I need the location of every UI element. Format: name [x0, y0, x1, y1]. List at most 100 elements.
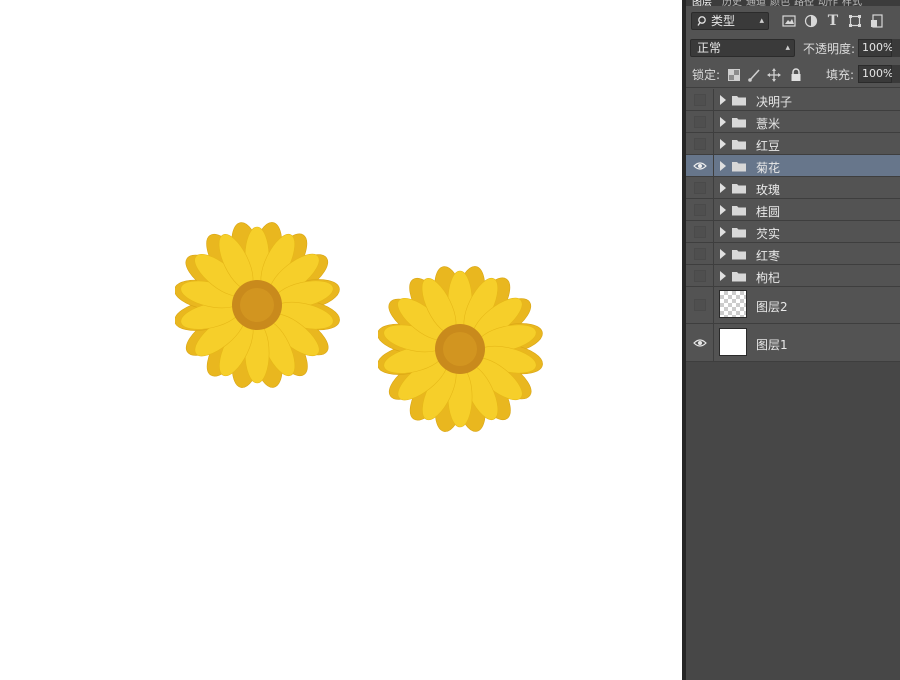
visibility-toggle[interactable] [686, 265, 714, 286]
visibility-toggle[interactable] [686, 199, 714, 220]
layer-row-pixel[interactable]: 图层1 [686, 324, 900, 362]
search-icon [697, 13, 707, 33]
visibility-toggle[interactable] [686, 111, 714, 132]
expand-arrow-icon[interactable] [719, 205, 727, 215]
layer-filter-row: 类型 ▴ T [686, 9, 900, 33]
layer-name[interactable]: 薏米 [756, 115, 780, 132]
opacity-slider-toggle[interactable] [892, 39, 900, 57]
layer-name[interactable]: 红枣 [756, 247, 780, 264]
expand-arrow-icon[interactable] [719, 227, 727, 237]
layer-row-group[interactable]: 红枣 [686, 243, 900, 265]
layer-row-pixel[interactable]: 图层2 [686, 287, 900, 324]
visibility-off-box [693, 93, 706, 106]
layer-name[interactable]: 红豆 [756, 137, 780, 154]
dropdown-arrow-icon: ▴ [759, 16, 764, 26]
visibility-toggle[interactable] [686, 133, 714, 154]
tab-actions[interactable]: 动作 [818, 0, 838, 6]
visibility-toggle[interactable] [686, 155, 714, 176]
tab-channels[interactable]: 通道 [746, 0, 766, 6]
shape-filter-icon[interactable] [846, 12, 864, 30]
fill-input[interactable]: 100% [858, 65, 893, 83]
layer-name[interactable]: 决明子 [756, 93, 792, 110]
visibility-toggle[interactable] [686, 324, 714, 361]
layer-name[interactable]: 菊花 [756, 159, 780, 176]
lock-fill-row: 锁定: 填充: 100% [686, 62, 900, 86]
lock-all-icon[interactable] [789, 68, 803, 82]
filter-type-dropdown[interactable]: 类型 ▴ [691, 12, 769, 30]
folder-icon [732, 162, 746, 172]
adjustment-filter-icon[interactable] [802, 12, 820, 30]
layer-thumbnail-transparent [719, 290, 747, 318]
folder-icon [732, 250, 746, 260]
visibility-off-box [693, 225, 706, 238]
blend-mode-value: 正常 [697, 41, 722, 55]
layer-name[interactable]: 桂圆 [756, 203, 780, 220]
expand-arrow-icon[interactable] [719, 161, 727, 171]
layer-row-group[interactable]: 薏米 [686, 111, 900, 133]
layer-name[interactable]: 图层1 [756, 336, 788, 353]
expand-arrow-icon[interactable] [719, 249, 727, 259]
chrysanthemum-flower-1 [175, 222, 340, 388]
visibility-toggle[interactable] [686, 177, 714, 198]
layer-row-group-selected[interactable]: 菊花 [686, 155, 900, 177]
layer-name[interactable]: 枸杞 [756, 269, 780, 286]
layer-name[interactable]: 玫瑰 [756, 181, 780, 198]
expand-arrow-icon[interactable] [719, 117, 727, 127]
layer-row-group[interactable]: 芡实 [686, 221, 900, 243]
layer-row-group[interactable]: 决明子 [686, 89, 900, 111]
eye-icon [692, 338, 707, 347]
folder-icon [732, 272, 746, 282]
fill-slider-toggle[interactable] [892, 65, 900, 83]
type-filter-icon[interactable]: T [824, 12, 842, 30]
visibility-toggle[interactable] [686, 221, 714, 242]
layer-name[interactable]: 芡实 [756, 225, 780, 242]
tab-paths[interactable]: 路径 [794, 0, 814, 6]
tab-color[interactable]: 颜色 [770, 0, 790, 6]
expand-arrow-icon[interactable] [719, 139, 727, 149]
expand-arrow-icon[interactable] [719, 183, 727, 193]
opacity-label: 不透明度: [803, 42, 856, 56]
layer-row-group[interactable]: 桂圆 [686, 199, 900, 221]
opacity-input[interactable]: 100% [858, 39, 893, 57]
visibility-off-box [693, 115, 706, 128]
layer-row-group[interactable]: 枸杞 [686, 265, 900, 287]
layers-panel: 图层 历史 通道 颜色 路径 动作 样式 类型 ▴ T 正常 ▴ 不透明度: 1… [686, 0, 900, 680]
layer-row-group[interactable]: 玫瑰 [686, 177, 900, 199]
folder-icon [732, 206, 746, 216]
tab-layers[interactable]: 图层 [692, 0, 712, 6]
image-filter-icon[interactable] [780, 12, 798, 30]
chrysanthemum-flower-2 [378, 266, 543, 432]
folder-icon [732, 118, 746, 128]
layer-row-group[interactable]: 红豆 [686, 133, 900, 155]
filter-type-label: 类型 [711, 14, 736, 28]
visibility-off-box [693, 203, 706, 216]
smart-object-filter-icon[interactable] [868, 12, 886, 30]
visibility-toggle[interactable] [686, 243, 714, 264]
fill-label: 填充: [826, 68, 855, 82]
eye-icon [692, 161, 707, 170]
visibility-off-box [693, 247, 706, 260]
visibility-toggle[interactable] [686, 89, 714, 110]
expand-arrow-icon[interactable] [719, 95, 727, 105]
panel-tab-strip: 图层 历史 通道 颜色 路径 动作 样式 [686, 0, 900, 6]
visibility-off-box [693, 137, 706, 150]
dropdown-arrow-icon: ▴ [785, 43, 790, 53]
visibility-off-box [693, 269, 706, 282]
tab-history[interactable]: 历史 [722, 0, 742, 6]
layer-thumbnail-white [719, 328, 747, 356]
document-canvas[interactable] [0, 0, 682, 680]
blend-mode-dropdown[interactable]: 正常 ▴ [690, 39, 795, 57]
tab-styles[interactable]: 样式 [842, 0, 862, 6]
folder-icon [732, 184, 746, 194]
visibility-off-box [693, 181, 706, 194]
visibility-toggle[interactable] [686, 287, 714, 323]
lock-position-icon[interactable] [767, 68, 781, 82]
folder-icon [732, 96, 746, 106]
lock-image-pixels-icon[interactable] [747, 68, 761, 82]
layer-name[interactable]: 图层2 [756, 298, 788, 315]
blend-opacity-row: 正常 ▴ 不透明度: 100% [686, 36, 900, 60]
lock-transparent-pixels-icon[interactable] [727, 68, 741, 82]
expand-arrow-icon[interactable] [719, 271, 727, 281]
layers-list-empty-area [686, 362, 900, 680]
lock-label: 锁定: [692, 68, 721, 82]
